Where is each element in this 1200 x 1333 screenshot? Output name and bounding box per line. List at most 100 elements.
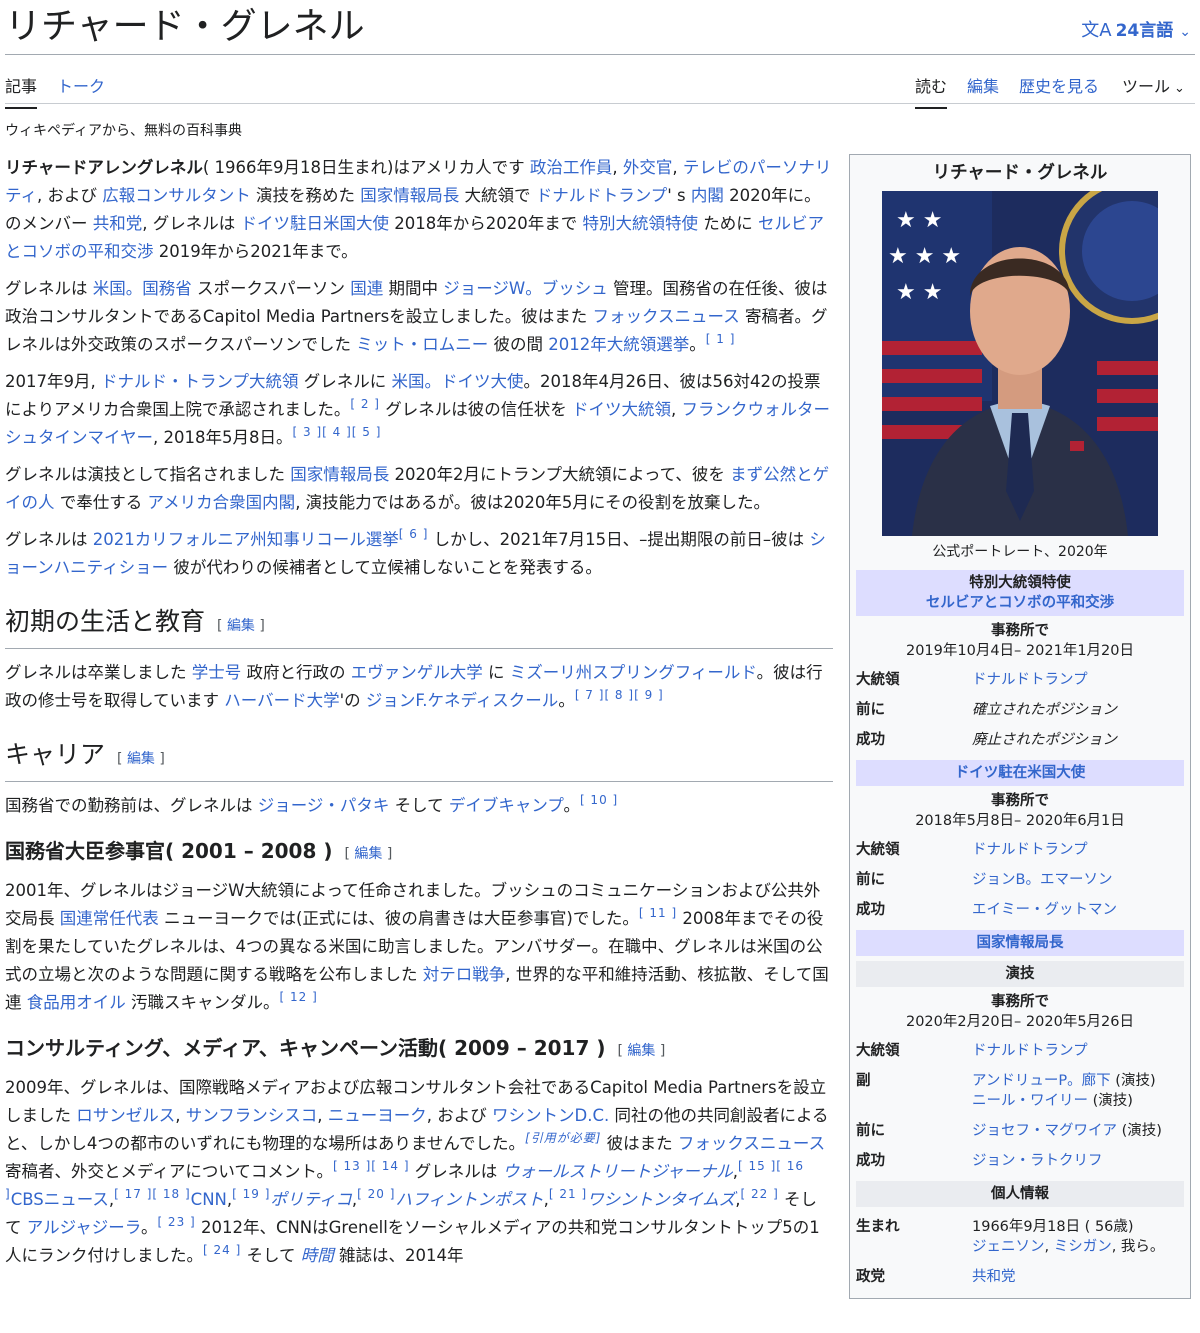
citation[interactable]: [ 1 ] <box>706 332 736 346</box>
link[interactable]: 食品用オイル <box>27 993 126 1012</box>
row-link[interactable]: アンドリューP。廊下 <box>972 1073 1111 1089</box>
portrait-image[interactable]: ★ ★ ★ ★ ★ ★ ★ <box>882 191 1158 536</box>
row-link[interactable]: ジョンB。エマーソン <box>972 870 1184 890</box>
row-link[interactable]: ジェニソン <box>972 1239 1045 1255</box>
career-paragraph: 国務省での勤務前は、グレネルは ジョージ・パタキ そして デイブキャンプ。[ 1… <box>5 792 833 820</box>
row-link[interactable]: ジョン・ラトクリフ <box>972 1151 1184 1171</box>
link[interactable]: 国家情報局長 <box>290 465 389 484</box>
link[interactable]: ハフィントンポスト <box>395 1190 543 1209</box>
citation[interactable]: [ 6 ] <box>399 527 429 541</box>
link[interactable]: デイブキャンプ <box>449 796 564 815</box>
svg-text:★ ★: ★ ★ <box>896 208 942 233</box>
link[interactable]: サンフランシスコ <box>186 1106 318 1125</box>
citation[interactable]: [ 10 ] <box>580 793 618 807</box>
tab-article[interactable]: 記事 <box>5 73 38 109</box>
link[interactable]: ミズーリ州スプリングフィールド <box>510 663 757 682</box>
link[interactable]: 共和党 <box>93 214 143 233</box>
row-link[interactable]: ドナルドトランプ <box>972 670 1184 690</box>
row-link[interactable]: ジョセフ・マグワイア <box>972 1123 1117 1139</box>
link[interactable]: フォックスニュース <box>678 1134 825 1153</box>
link[interactable]: 政治工作員 <box>530 158 613 177</box>
ambassador-link[interactable]: ドイツ駐在米国大使 <box>955 765 1086 781</box>
tab-tools[interactable]: ツール ⌄ <box>1122 73 1185 107</box>
citation[interactable]: [ 20 ] <box>357 1187 395 1201</box>
link[interactable]: ジョージ・パタキ <box>258 796 390 815</box>
text: しかし、2021年7月15日、–提出期限の前日–彼は <box>428 530 810 549</box>
tab-read[interactable]: 読む <box>915 73 948 109</box>
link[interactable]: ミット・ロムニー <box>356 335 488 354</box>
link[interactable]: 特別大統領特使 <box>582 214 698 233</box>
link[interactable]: 米国。国務省 <box>93 279 192 298</box>
row-link[interactable]: エイミー・グットマン <box>972 900 1184 920</box>
citation[interactable]: [ 13 ][ 14 ] <box>333 1159 410 1173</box>
row-link[interactable]: 共和党 <box>972 1267 1184 1287</box>
infobox-section-personal: 個人情報 <box>856 1181 1184 1207</box>
link[interactable]: ハーバード大学 <box>224 691 339 710</box>
citation[interactable]: [ 2 ] <box>350 397 380 411</box>
link[interactable]: 広報コンサルタント <box>102 186 251 205</box>
text: 国務省での勤務前は、グレネルは <box>5 796 258 815</box>
link[interactable]: ウォールストリートジャーナル <box>503 1162 733 1181</box>
link[interactable]: 2021カリフォルニア州知事リコール選挙 <box>93 530 399 549</box>
link[interactable]: 米国。ドイツ大使 <box>392 372 524 391</box>
intro-paragraph-3: 2017年9月, ドナルド・トランプ大統領 グレネルに 米国。ドイツ大使。201… <box>5 368 833 452</box>
link[interactable]: 国連常任代表 <box>60 909 159 928</box>
link[interactable]: 国連 <box>350 279 383 298</box>
link[interactable]: 2012年大統領選挙 <box>548 335 689 354</box>
link[interactable]: ドイツ駐日米国大使 <box>241 214 390 233</box>
row-link[interactable]: ミシガン <box>1054 1239 1112 1255</box>
row-link[interactable]: ドナルドトランプ <box>972 1041 1184 1061</box>
link[interactable]: ニューヨーク <box>328 1106 427 1125</box>
citation[interactable]: [ 7 ][ 8 ][ 9 ] <box>575 688 664 702</box>
edit-link[interactable]: 編集 <box>627 1043 655 1059</box>
tab-edit[interactable]: 編集 <box>967 73 999 107</box>
citation[interactable]: [ 23 ] <box>157 1215 195 1229</box>
link[interactable]: 内閣 <box>691 186 724 205</box>
text: 演技を務めた <box>250 186 361 205</box>
text: スポークスパーソン <box>191 279 351 298</box>
envoy-link[interactable]: セルビアとコソボの平和交渉 <box>926 595 1114 611</box>
link[interactable]: ドイツ大統領 <box>572 400 671 419</box>
citation[interactable]: [ 17 ][ 18 ] <box>114 1187 191 1201</box>
link[interactable]: 対テロ戦争 <box>423 965 506 984</box>
link[interactable]: ワシントンD.C. <box>492 1106 609 1125</box>
citation[interactable]: [ 11 ] <box>639 906 677 920</box>
citation-needed[interactable]: [引用が必要] <box>525 1131 601 1145</box>
citation[interactable]: [ 12 ] <box>280 990 318 1004</box>
row-label: 成功 <box>856 732 885 748</box>
link[interactable]: CBSニュース <box>11 1190 109 1209</box>
link[interactable]: アルジャジーラ <box>27 1218 141 1237</box>
edit-link[interactable]: 編集 <box>227 618 255 634</box>
link[interactable]: 国家情報局長 <box>360 186 459 205</box>
row-link[interactable]: ニール・ワイリー <box>972 1093 1088 1109</box>
edit-link[interactable]: 編集 <box>127 751 155 767</box>
tab-talk[interactable]: トーク <box>57 73 105 107</box>
citation[interactable]: [ 21 ] <box>549 1187 587 1201</box>
text: , および <box>426 1106 493 1125</box>
link[interactable]: ドナルド・トランプ大統領 <box>101 372 299 391</box>
citation[interactable]: [ 3 ][ 4 ][ 5 ] <box>293 425 382 439</box>
link[interactable]: ポリティコ <box>270 1190 352 1209</box>
link[interactable]: 外交官 <box>623 158 673 177</box>
citation[interactable]: [ 19 ] <box>232 1187 270 1201</box>
link[interactable]: ロサンゼルス <box>76 1106 175 1125</box>
link[interactable]: ワシントンタイムズ <box>587 1190 735 1209</box>
edit-link[interactable]: 編集 <box>354 846 382 862</box>
language-button[interactable]: 文A 24言語 ⌄ <box>1081 16 1191 42</box>
citation[interactable]: [ 24 ] <box>203 1243 241 1257</box>
row-link[interactable]: ドナルドトランプ <box>972 840 1184 860</box>
citation[interactable]: [ 22 ] <box>741 1187 779 1201</box>
link[interactable]: アメリカ合衆国内閣 <box>148 493 296 512</box>
link[interactable]: 学士号 <box>192 663 242 682</box>
link[interactable]: ジョージW。ブッシュ <box>443 279 608 298</box>
link[interactable]: 時間 <box>301 1246 334 1265</box>
infobox: リチャード・グレネル ★ ★ ★ ★ ★ ★ ★ 公式ポートレート、2020年 … <box>849 154 1191 1299</box>
link[interactable]: ドナルドトランプ <box>536 186 668 205</box>
link[interactable]: エヴァンゲル大学 <box>351 663 483 682</box>
link[interactable]: フォックスニュース <box>593 307 740 326</box>
link[interactable]: CNN <box>191 1190 227 1209</box>
dni-link[interactable]: 国家情報局長 <box>977 935 1064 951</box>
link[interactable]: ジョンF.ケネディスクール <box>366 691 558 710</box>
intro-paragraph-5: グレネルは 2021カリフォルニア州知事リコール選挙[ 6 ] しかし、2021… <box>5 526 833 582</box>
tab-history[interactable]: 歴史を見る <box>1019 73 1099 107</box>
